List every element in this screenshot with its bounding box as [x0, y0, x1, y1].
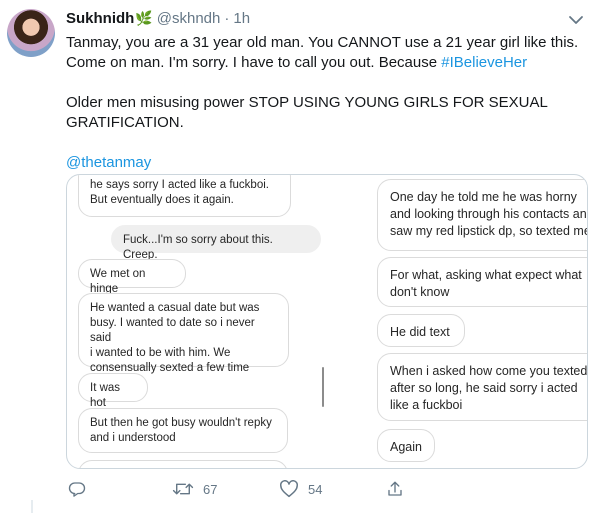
name-emoji: 🌿	[135, 10, 153, 26]
avatar[interactable]	[7, 9, 55, 57]
chat-bubble: We met on hinge	[78, 259, 186, 295]
chat-bubble: It was hot	[78, 373, 148, 409]
tweet-header: Sukhnidh 🌿 @skhndh · 1h	[66, 10, 250, 27]
chat-bubble: He did text	[377, 314, 465, 347]
chevron-down-icon	[569, 16, 583, 24]
reply-button[interactable]	[68, 480, 95, 498]
share-button[interactable]	[386, 480, 404, 498]
chat-bubble: he says sorry I acted like a fuckboi. Bu…	[78, 175, 291, 217]
retweet-count: 67	[203, 481, 218, 497]
chat-bubble-reply: Fuck...I'm so sorry about this. Creep.	[111, 225, 321, 261]
reply-icon	[68, 482, 86, 497]
hashtag-link[interactable]: #IBelieveHer	[441, 54, 527, 71]
action-bar: 67 54	[0, 478, 596, 502]
retweet-button[interactable]: 67	[172, 480, 217, 498]
chat-bubble: Again	[377, 429, 435, 462]
tweet-text: Tanmay, you are a 31 year old man. You C…	[66, 33, 586, 173]
media-screenshot[interactable]: he says sorry I acted like a fuckboi. Bu…	[66, 174, 588, 469]
chat-bubble: When i asked how come you texted after s…	[377, 353, 587, 421]
retweet-icon	[172, 483, 194, 495]
more-options-button[interactable]	[568, 13, 584, 25]
user-handle[interactable]: @skhndh	[157, 10, 221, 27]
timestamp[interactable]: 1h	[233, 10, 250, 27]
chat-bubble: One day he told me he was horny and look…	[377, 179, 587, 251]
display-name[interactable]: Sukhnidh	[66, 10, 134, 27]
chat-bubble: For what, asking what expect what don't …	[377, 257, 587, 307]
mention-link[interactable]: @thetanmay	[66, 154, 151, 171]
like-button[interactable]: 54	[279, 480, 322, 498]
share-icon	[388, 481, 402, 496]
chat-bubble: He wanted a casual date but was busy. I …	[78, 293, 289, 374]
like-icon	[280, 480, 298, 498]
chat-bubble-partial	[78, 460, 288, 468]
scrollbar[interactable]	[322, 367, 324, 407]
separator-dot: ·	[224, 10, 230, 27]
tweet-text-body: Older men misusing power STOP USING YOUN…	[66, 94, 548, 131]
like-count: 54	[308, 481, 323, 497]
chat-bubble: But then he got busy wouldn't repky and …	[78, 408, 288, 453]
